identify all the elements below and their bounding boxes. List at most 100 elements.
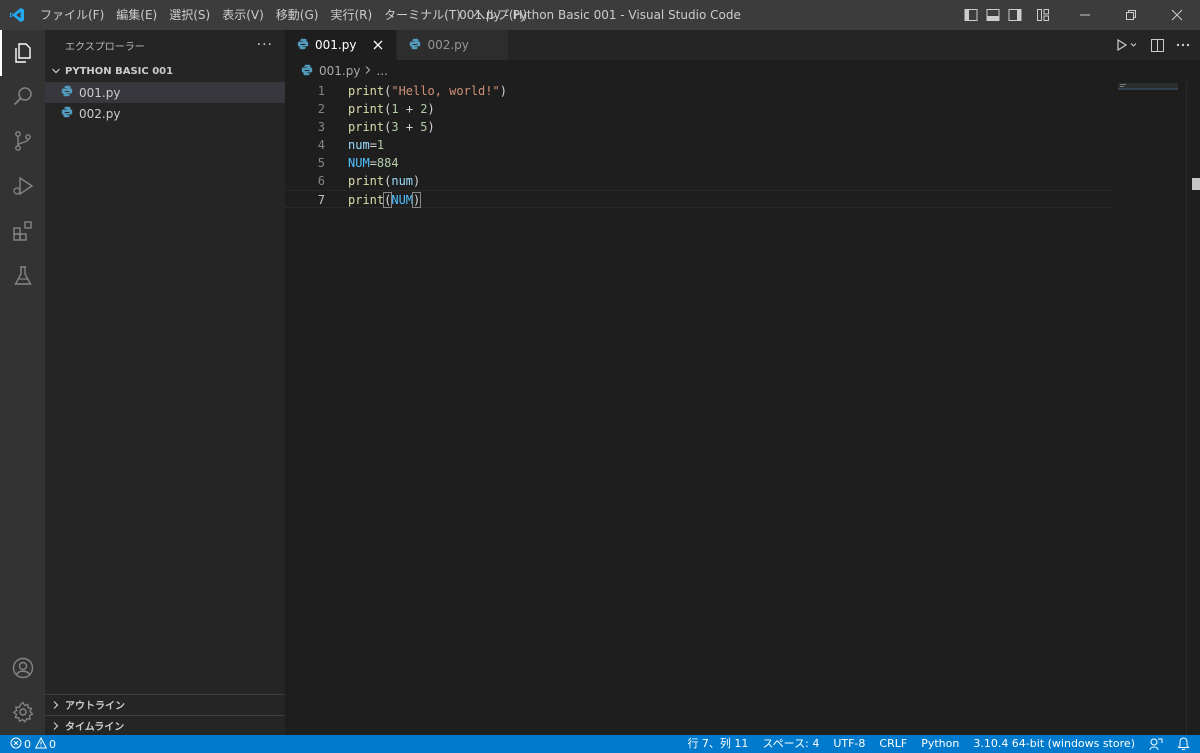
menu-item-4[interactable]: 移動(G)	[270, 0, 325, 30]
chevron-right-icon	[364, 64, 372, 78]
feedback-icon[interactable]	[1142, 735, 1170, 753]
file-name: 001.py	[79, 85, 121, 100]
restore-button[interactable]	[1108, 0, 1154, 30]
explorer-title: エクスプローラー	[65, 41, 145, 53]
toggle-panel-icon[interactable]	[982, 0, 1004, 30]
code-token: )	[412, 192, 422, 208]
menu-item-2[interactable]: 選択(S)	[163, 0, 216, 30]
explorer-sidebar: エクスプローラー ··· PYTHON BASIC 001 001.py 002…	[45, 30, 285, 735]
menu-item-0[interactable]: ファイル(F)	[34, 0, 110, 30]
code-token: 884	[376, 156, 399, 170]
outline-section[interactable]: アウトライン	[45, 694, 285, 714]
warning-icon	[34, 736, 48, 752]
code-line[interactable]: 5 NUM=884	[285, 154, 1113, 172]
run-python-file-icon[interactable]	[1112, 34, 1142, 56]
source-control-icon[interactable]	[0, 118, 45, 164]
warning-count: 0	[49, 737, 56, 751]
error-count: 0	[24, 737, 31, 751]
close-window-button[interactable]	[1154, 0, 1200, 30]
code-token: 3	[391, 120, 399, 134]
code-line[interactable]: 3 print(3 + 5)	[285, 118, 1113, 136]
minimap[interactable]	[1118, 82, 1178, 92]
folder-header[interactable]: PYTHON BASIC 001	[45, 60, 285, 82]
breadcrumb-symbols[interactable]: ...	[376, 64, 387, 78]
explorer-header: エクスプローラー ···	[45, 30, 285, 60]
python-file-icon	[409, 38, 421, 53]
menu-item-6[interactable]: ターミナル(T)	[378, 0, 467, 30]
file-item-002[interactable]: 002.py	[45, 103, 285, 124]
end-of-line[interactable]: CRLF	[872, 735, 914, 753]
more-actions-icon[interactable]	[1172, 34, 1194, 56]
code-token: "Hello, world!"	[391, 84, 500, 98]
error-icon	[10, 737, 22, 752]
manage-gear-icon[interactable]	[0, 689, 45, 735]
status-right: 行 7、列 11 スペース: 4 UTF-8 CRLF Python 3.10.…	[680, 735, 1200, 753]
outline-label: アウトライン	[65, 701, 125, 712]
code-token: +	[398, 102, 421, 116]
folder-name: PYTHON BASIC 001	[65, 65, 174, 77]
tab-002[interactable]: 002.py	[397, 30, 510, 60]
menu-item-5[interactable]: 実行(R)	[324, 0, 378, 30]
menu-item-7[interactable]: ヘルプ(H)	[467, 0, 533, 30]
line-number: 6	[317, 174, 325, 188]
breadcrumb-file[interactable]: 001.py	[319, 64, 360, 78]
code-token: 5	[420, 120, 428, 134]
cursor-position[interactable]: 行 7、列 11	[680, 735, 755, 753]
line-number: 2	[317, 102, 325, 116]
scrollbar-thumb[interactable]	[1188, 82, 1200, 190]
code-line[interactable]: 4 num=1	[285, 136, 1113, 154]
code-token: NUM	[391, 193, 414, 207]
code-token: 1	[391, 102, 399, 116]
language-mode[interactable]: Python	[914, 735, 966, 753]
title-bar: ファイル(F) 編集(E) 選択(S) 表示(V) 移動(G) 実行(R) ターミナル(T)…	[0, 0, 1200, 30]
code-token: num	[391, 174, 414, 188]
editor-actions	[1108, 30, 1200, 60]
menu-item-3[interactable]: 表示(V)	[216, 0, 270, 30]
chevron-right-icon	[49, 698, 63, 712]
code-line[interactable]: 2 print(1 + 2)	[285, 100, 1113, 118]
vertical-scrollbar[interactable]	[1186, 82, 1200, 735]
code-line[interactable]: 6 print(num)	[285, 172, 1113, 190]
encoding[interactable]: UTF-8	[826, 735, 872, 753]
menu-item-1[interactable]: 編集(E)	[110, 0, 163, 30]
minimize-button[interactable]	[1062, 0, 1108, 30]
extensions-icon[interactable]	[0, 208, 45, 254]
activity-bar	[0, 30, 45, 735]
python-interpreter[interactable]: 3.10.4 64-bit (windows store)	[966, 735, 1142, 753]
code-token: =	[369, 156, 377, 170]
code-editor[interactable]: 1 print("Hello, world!") 2 print(1 + 2) 3 pri…	[285, 82, 1200, 735]
indentation[interactable]: スペース: 4	[755, 735, 826, 753]
code-token: print	[348, 102, 385, 116]
code-token: )	[413, 174, 421, 188]
file-item-001[interactable]: 001.py	[45, 82, 285, 103]
split-editor-icon[interactable]	[1146, 34, 1168, 56]
line-number: 5	[317, 156, 325, 170]
run-and-debug-icon[interactable]	[0, 163, 45, 209]
testing-flask-icon[interactable]	[0, 253, 45, 299]
explorer-icon[interactable]	[0, 30, 45, 76]
code-token: NUM	[348, 156, 370, 170]
customize-layout-icon[interactable]	[1032, 0, 1054, 30]
toggle-primary-sidebar-icon[interactable]	[960, 0, 982, 30]
code-line[interactable]: 7 print(NUM)	[285, 190, 1113, 208]
code-token: 1	[376, 138, 385, 152]
more-actions-icon[interactable]: ···	[257, 37, 273, 53]
chevron-right-icon	[49, 719, 63, 733]
close-tab-icon[interactable]	[370, 37, 386, 53]
timeline-section[interactable]: タイムライン	[45, 715, 285, 735]
problems-indicator[interactable]: 0 0	[0, 735, 60, 753]
editor-tabs: 001.py 002.py	[285, 30, 1200, 60]
toggle-secondary-sidebar-icon[interactable]	[1004, 0, 1026, 30]
notifications-bell-icon[interactable]	[1170, 735, 1200, 753]
search-icon[interactable]	[0, 73, 45, 119]
code-token: )	[499, 84, 507, 98]
code-text: NUM=884	[348, 154, 399, 172]
tab-001[interactable]: 001.py	[285, 30, 398, 60]
code-token: print	[348, 84, 385, 98]
accounts-icon[interactable]	[0, 645, 45, 691]
code-text: print(3 + 5)	[348, 118, 435, 136]
line-number: 1	[317, 84, 325, 98]
title-controls	[960, 0, 1200, 30]
menu-bar: ファイル(F) 編集(E) 選択(S) 表示(V) 移動(G) 実行(R) ターミナル(T)…	[34, 0, 533, 30]
code-line[interactable]: 1 print("Hello, world!")	[285, 82, 1113, 100]
